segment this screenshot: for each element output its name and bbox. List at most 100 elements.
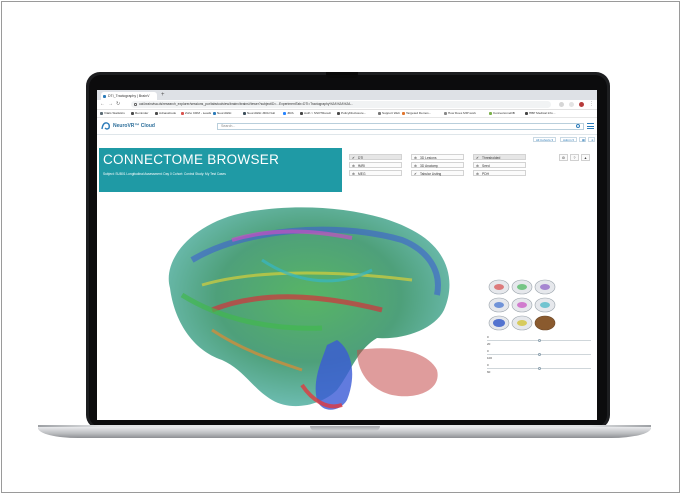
option-toggle[interactable]: ⊕ Seed bbox=[473, 162, 526, 168]
bookmark-favicon-icon bbox=[131, 111, 134, 115]
option-toggle[interactable]: ⊕ PDH bbox=[473, 170, 526, 176]
option-check-icon: ⊕ bbox=[352, 164, 355, 168]
bookmark-label: NeuroWiki bbox=[217, 111, 232, 115]
option-toggle[interactable]: ✔ Tabular Listing bbox=[411, 170, 464, 176]
bookmark-favicon-icon bbox=[489, 111, 492, 115]
bookmark-favicon-icon bbox=[300, 111, 303, 115]
bookmark-item[interactable]: HBP Medical Info... bbox=[525, 110, 555, 117]
option-toggle[interactable]: ⊕ 3D Lesions bbox=[411, 154, 464, 160]
search-icon[interactable] bbox=[576, 124, 580, 128]
app-logo-text[interactable]: NeuroVR™ Cloud bbox=[113, 122, 155, 130]
region-thumbnails[interactable] bbox=[488, 278, 558, 334]
settings-icon[interactable]: ⚙ bbox=[559, 154, 568, 161]
threshold-sliders: 0 20 0 100 0 60 bbox=[487, 335, 593, 377]
collapse-icon[interactable]: ▲ bbox=[581, 154, 590, 161]
option-toggle[interactable]: ⊕ MEG bbox=[349, 170, 402, 176]
browser-tab[interactable]: DTI_Tractography | BrainV bbox=[101, 92, 157, 100]
bookmark-item[interactable]: Auth > SSO?Result bbox=[300, 110, 331, 117]
slider-value-label: 100 bbox=[487, 356, 493, 360]
thumbnail-grid[interactable] bbox=[488, 279, 556, 331]
option-check-icon: ⊕ bbox=[414, 156, 417, 160]
bookmark-favicon-icon bbox=[243, 111, 246, 115]
bookmark-item[interactable]: ConnectomeDB bbox=[489, 110, 515, 117]
export-icon[interactable]: ➔ bbox=[588, 137, 595, 142]
extension-icon[interactable] bbox=[559, 102, 564, 107]
camera-notch bbox=[326, 72, 358, 78]
option-check-icon: ⊕ bbox=[476, 172, 479, 176]
reload-icon[interactable]: ↻ bbox=[116, 101, 120, 108]
forward-icon[interactable]: → bbox=[108, 101, 113, 108]
option-check-icon: ✔ bbox=[352, 156, 355, 160]
bookmark-item[interactable]: NeuroWiki bbox=[213, 110, 231, 117]
bookmark-item[interactable]: PolicyDisclosure... bbox=[337, 110, 366, 117]
option-label: 3D Lesions bbox=[420, 156, 437, 160]
option-label: Seed bbox=[482, 164, 490, 168]
app-subnav: All Cohorts ▾ Admin ▾ ▦ ➔ bbox=[97, 135, 597, 144]
option-label: Thresholded bbox=[482, 156, 501, 160]
bookmark-favicon-icon bbox=[283, 111, 286, 115]
slider-min-label: 0 bbox=[487, 349, 489, 353]
bookmark-item[interactable]: JIRA bbox=[283, 110, 294, 117]
address-bar[interactable]: uat.brainvisa.ds/research_explorer/sessi… bbox=[131, 101, 551, 108]
bookmark-favicon-icon bbox=[155, 111, 158, 115]
bookmark-favicon-icon bbox=[444, 111, 447, 115]
connectome-banner: CONNECTOME BROWSER Subject: SUB01 Longit… bbox=[99, 148, 342, 192]
option-toggle[interactable]: ⊕ fMRI bbox=[349, 162, 402, 168]
subject-meta: Subject: SUB01 Longitudinal Assessment: … bbox=[103, 172, 226, 176]
browser-menu-icon[interactable]: ⋮ bbox=[589, 101, 594, 108]
bookmark-label: Zoho CRM - Leads bbox=[185, 111, 212, 115]
bookmark-label: PolicyDisclosure... bbox=[341, 111, 367, 115]
bookmark-label: Reminder bbox=[135, 111, 149, 115]
bookmark-item[interactable]: Targeted Demos... bbox=[402, 110, 431, 117]
browser-tab-title: DTI_Tractography | BrainV bbox=[108, 94, 150, 98]
bookmark-label: Support Web bbox=[382, 111, 401, 115]
grid-view-icon[interactable]: ▦ bbox=[579, 137, 586, 142]
option-check-icon: ⊕ bbox=[476, 164, 479, 168]
option-label: fMRI bbox=[358, 164, 365, 168]
option-toggle[interactable]: ⊕ 3D Anatomy bbox=[411, 162, 464, 168]
bookmarks-bar: Vitals Statistics Reminder Adnassbook Zoho … bbox=[97, 110, 597, 118]
option-toggle[interactable]: ✔ DTI bbox=[349, 154, 402, 160]
bookmark-label: How Does MIP work bbox=[448, 111, 476, 115]
bookmark-favicon-icon bbox=[100, 111, 103, 115]
extension-icon[interactable] bbox=[569, 102, 574, 107]
browser-tab-strip: DTI_Tractography | BrainV + bbox=[97, 90, 597, 100]
option-label: DTI bbox=[358, 156, 364, 160]
option-label: Tabular Listing bbox=[420, 172, 442, 176]
browser-toolbar: ← → ↻ uat.brainvisa.ds/research_explorer… bbox=[97, 100, 597, 110]
profile-avatar-icon[interactable] bbox=[579, 102, 584, 107]
help-icon[interactable]: ? bbox=[570, 154, 579, 161]
new-tab-button[interactable]: + bbox=[161, 91, 165, 99]
bookmark-item[interactable]: Support Web bbox=[378, 110, 400, 117]
bookmark-label: Adnassbook bbox=[159, 111, 177, 115]
tractography-render[interactable] bbox=[152, 200, 492, 415]
bookmark-favicon-icon bbox=[337, 111, 340, 115]
option-check-icon: ✔ bbox=[476, 156, 479, 160]
view-controls: ⚙? ▲ bbox=[559, 154, 593, 161]
bookmark-item[interactable]: Reminder bbox=[131, 110, 148, 117]
search-input[interactable]: Search... bbox=[217, 123, 584, 130]
option-check-icon: ⊕ bbox=[352, 172, 355, 176]
slider-handle[interactable] bbox=[537, 367, 541, 370]
bookmark-item[interactable]: Zoho CRM - Leads bbox=[181, 110, 211, 117]
option-toggle[interactable]: ✔ Thresholded bbox=[473, 154, 526, 160]
slider-handle[interactable] bbox=[537, 353, 541, 356]
cohorts-dropdown[interactable]: All Cohorts ▾ bbox=[533, 137, 557, 142]
slider-value-label: 20 bbox=[487, 342, 491, 346]
slider-handle[interactable] bbox=[537, 339, 541, 342]
bookmark-item[interactable]: How Does MIP work bbox=[444, 110, 476, 117]
laptop-opening-groove bbox=[310, 426, 380, 431]
bookmark-favicon-icon bbox=[402, 111, 405, 115]
bookmark-label: JIRA bbox=[287, 111, 294, 115]
slider-min-label: 0 bbox=[487, 335, 489, 339]
back-icon[interactable]: ← bbox=[100, 101, 105, 108]
bookmark-favicon-icon bbox=[525, 111, 528, 115]
bookmark-item[interactable]: NeuroWiki JIRA Nuit bbox=[243, 110, 275, 117]
admin-dropdown[interactable]: Admin ▾ bbox=[560, 137, 577, 142]
bookmark-item[interactable]: Vitals Statistics bbox=[100, 110, 125, 117]
bookmark-label: Auth > SSO?Result bbox=[304, 111, 331, 115]
bookmark-item[interactable]: Adnassbook bbox=[155, 110, 176, 117]
page-title: CONNECTOME BROWSER bbox=[103, 152, 280, 167]
hamburger-menu-icon[interactable] bbox=[587, 123, 594, 129]
slider-min-label: 0 bbox=[487, 363, 489, 367]
